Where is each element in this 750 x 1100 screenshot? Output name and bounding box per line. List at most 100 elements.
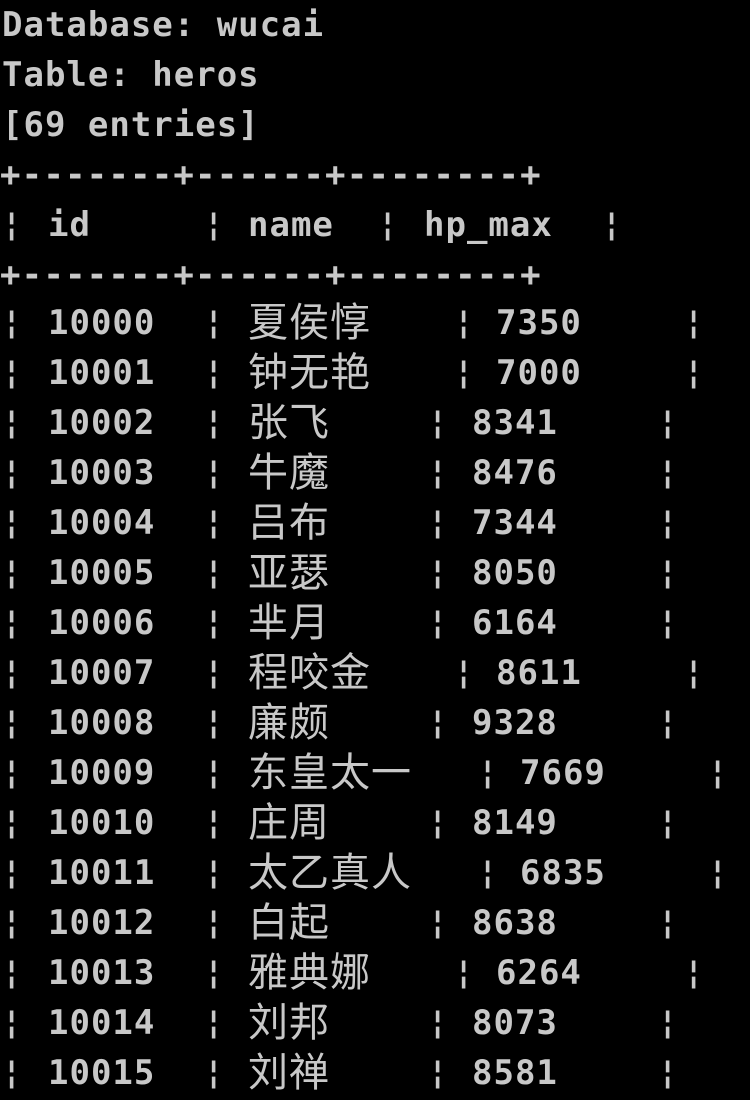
cell-hp-max: 9328 — [472, 703, 558, 743]
cell-name: 雅典娜 — [248, 950, 371, 996]
cell-id: 10012 — [48, 903, 156, 943]
table-line: Table: heros — [2, 55, 260, 95]
column-divider: ¦ — [204, 953, 224, 991]
terminal-window: Database: wucai Table: heros [69 entries… — [0, 0, 750, 1100]
cell-id: 10004 — [48, 503, 156, 543]
column-header-name: name — [248, 205, 334, 245]
cell-hp-max: 8638 — [472, 903, 558, 943]
column-divider: ¦ — [658, 1003, 678, 1041]
cell-name: 亚瑟 — [248, 550, 330, 596]
column-divider: ¦ — [2, 453, 22, 491]
cell-id: 10003 — [48, 453, 156, 493]
column-divider: ¦ — [204, 353, 224, 391]
cell-name: 牛魔 — [248, 450, 330, 496]
cell-id: 10007 — [48, 653, 156, 693]
cell-name: 刘禅 — [248, 1050, 330, 1096]
column-divider: ¦ — [428, 903, 448, 941]
column-divider: ¦ — [204, 553, 224, 591]
database-line: Database: wucai — [2, 5, 325, 45]
cell-hp-max: 8073 — [472, 1003, 558, 1043]
column-divider: ¦ — [2, 753, 22, 791]
cell-hp-max: 7669 — [520, 753, 606, 793]
table-top-border: +-------+------+--------+ — [0, 155, 542, 195]
column-header-id: id — [48, 205, 91, 245]
column-divider: ¦ — [2, 403, 22, 441]
column-divider: ¦ — [204, 503, 224, 541]
column-divider: ¦ — [2, 553, 22, 591]
column-divider: ¦ — [204, 653, 224, 691]
column-divider: ¦ — [684, 953, 704, 991]
cell-id: 10006 — [48, 603, 156, 643]
cell-hp-max: 6264 — [496, 953, 582, 993]
cell-hp-max: 8050 — [472, 553, 558, 593]
column-divider: ¦ — [658, 453, 678, 491]
column-divider: ¦ — [2, 303, 22, 341]
column-divider: ¦ — [204, 903, 224, 941]
column-divider: ¦ — [428, 1003, 448, 1041]
column-divider: ¦ — [708, 853, 728, 891]
column-divider: ¦ — [478, 753, 498, 791]
column-divider: ¦ — [2, 903, 22, 941]
column-divider: ¦ — [428, 603, 448, 641]
cell-id: 10008 — [48, 703, 156, 743]
cell-id: 10010 — [48, 803, 156, 843]
column-divider: ¦ — [658, 803, 678, 841]
column-divider: ¦ — [658, 603, 678, 641]
cell-hp-max: 8341 — [472, 403, 558, 443]
table-header-border: +-------+------+--------+ — [0, 255, 542, 295]
column-divider: ¦ — [2, 953, 22, 991]
column-divider: ¦ — [204, 403, 224, 441]
column-divider: ¦ — [428, 803, 448, 841]
column-divider: ¦ — [204, 1003, 224, 1041]
cell-name: 钟无艳 — [248, 350, 371, 396]
cell-id: 10009 — [48, 753, 156, 793]
cell-hp-max: 8149 — [472, 803, 558, 843]
column-divider: ¦ — [708, 753, 728, 791]
column-divider: ¦ — [658, 1053, 678, 1091]
cell-id: 10002 — [48, 403, 156, 443]
cell-id: 10014 — [48, 1003, 156, 1043]
cell-hp-max: 6164 — [472, 603, 558, 643]
column-divider: ¦ — [2, 803, 22, 841]
column-divider: ¦ — [204, 1053, 224, 1091]
column-divider: ¦ — [658, 503, 678, 541]
cell-name: 刘邦 — [248, 1000, 330, 1046]
column-divider: ¦ — [2, 853, 22, 891]
cell-hp-max: 8611 — [496, 653, 582, 693]
column-divider: ¦ — [204, 453, 224, 491]
cell-hp-max: 7344 — [472, 503, 558, 543]
cell-name: 吕布 — [248, 500, 330, 546]
column-divider: ¦ — [454, 353, 474, 391]
column-divider: ¦ — [2, 1053, 22, 1091]
column-divider: ¦ — [454, 303, 474, 341]
column-divider: ¦ — [428, 1053, 448, 1091]
cell-hp-max: 6835 — [520, 853, 606, 893]
entries-count: [69 entries] — [2, 105, 260, 145]
cell-hp-max: 7000 — [496, 353, 582, 393]
column-divider: ¦ — [658, 703, 678, 741]
column-divider: ¦ — [658, 403, 678, 441]
column-divider: ¦ — [204, 205, 224, 243]
cell-name: 程咬金 — [248, 650, 371, 696]
column-divider: ¦ — [428, 503, 448, 541]
cell-name: 太乙真人 — [248, 850, 412, 896]
column-divider: ¦ — [2, 1003, 22, 1041]
column-divider: ¦ — [2, 353, 22, 391]
column-divider: ¦ — [428, 403, 448, 441]
column-divider: ¦ — [428, 703, 448, 741]
column-divider: ¦ — [204, 703, 224, 741]
column-divider: ¦ — [478, 853, 498, 891]
cell-id: 10013 — [48, 953, 156, 993]
column-header-hp-max: hp_max — [424, 205, 553, 245]
cell-name: 廉颇 — [248, 700, 330, 746]
column-divider: ¦ — [204, 303, 224, 341]
column-divider: ¦ — [2, 703, 22, 741]
cell-id: 10015 — [48, 1053, 156, 1093]
column-divider: ¦ — [684, 303, 704, 341]
column-divider: ¦ — [204, 803, 224, 841]
column-divider: ¦ — [2, 503, 22, 541]
cell-hp-max: 8476 — [472, 453, 558, 493]
column-divider: ¦ — [658, 903, 678, 941]
column-divider: ¦ — [684, 653, 704, 691]
cell-name: 东皇太一 — [248, 750, 412, 796]
